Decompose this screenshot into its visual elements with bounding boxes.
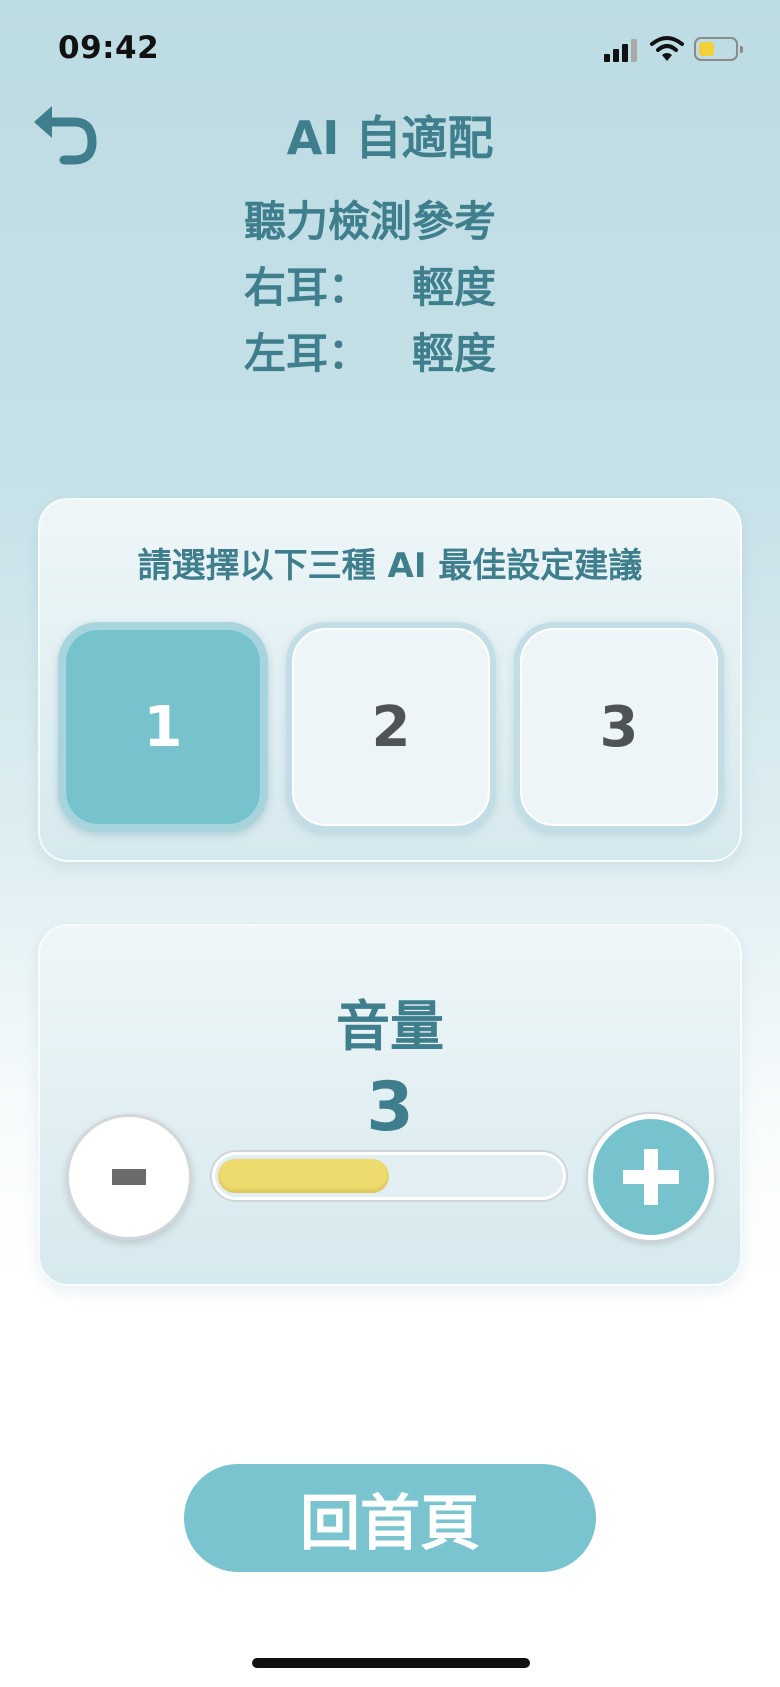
setting-option-1[interactable]: 1	[58, 622, 268, 832]
left-ear-row: 左耳： 輕度	[244, 320, 496, 381]
left-ear-label: 左耳：	[244, 329, 371, 378]
volume-decrease-button[interactable]	[66, 1114, 192, 1240]
setting-option-2[interactable]: 2	[286, 622, 496, 832]
volume-increase-button[interactable]	[588, 1114, 714, 1240]
home-button[interactable]: 回首頁	[184, 1464, 596, 1572]
hearing-test-heading: 聽力檢測參考	[244, 197, 497, 246]
status-time: 09:42	[58, 30, 160, 66]
page-title: AI 自適配	[286, 111, 494, 165]
battery-icon	[694, 37, 743, 61]
cellular-signal-icon	[604, 38, 638, 62]
home-indicator	[252, 1658, 530, 1668]
right-ear-label: 右耳：	[244, 263, 371, 312]
minus-icon	[112, 1169, 146, 1185]
ai-settings-prompt: 請選擇以下三種 AI 最佳設定建議	[137, 546, 643, 586]
volume-slider[interactable]	[212, 1152, 566, 1200]
setting-option-3[interactable]: 3	[514, 622, 724, 832]
volume-label: 音量	[336, 995, 444, 1058]
left-ear-value: 輕度	[412, 329, 497, 378]
right-ear-value: 輕度	[412, 263, 497, 312]
right-ear-row: 右耳： 輕度	[244, 254, 496, 315]
wifi-icon	[650, 36, 684, 61]
volume-slider-fill	[218, 1159, 389, 1193]
